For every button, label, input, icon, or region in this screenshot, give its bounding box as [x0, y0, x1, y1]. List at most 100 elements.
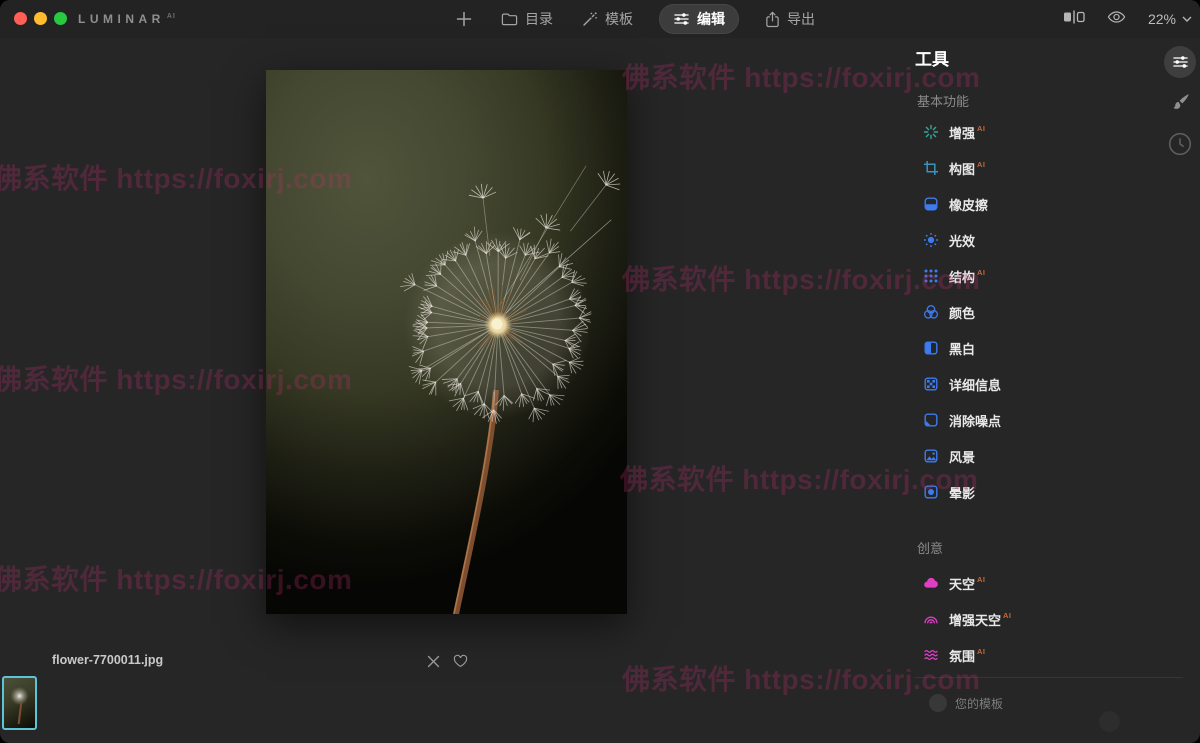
- eraser-icon: [923, 196, 939, 212]
- cloud-icon: [923, 575, 939, 591]
- dandelion-photo: [400, 165, 621, 614]
- magic-wand-icon: [581, 11, 598, 28]
- app-logo: LUMINAR AI: [78, 12, 176, 26]
- dots-grid-icon: [923, 268, 939, 284]
- tool-label: 颜色: [949, 305, 976, 321]
- filename-label: flower-7700011.jpg: [52, 653, 164, 667]
- waves-icon: [923, 647, 939, 663]
- add-photos-button[interactable]: [455, 10, 473, 28]
- denoise-icon: [923, 412, 939, 428]
- quick-preview-button[interactable]: [1107, 10, 1126, 29]
- ai-badge: AI: [977, 574, 986, 584]
- topbar-right-controls: 22%: [1063, 0, 1192, 38]
- sliders-icon: [673, 12, 690, 26]
- tool-label: 增强: [949, 125, 976, 141]
- panel-divider: [915, 677, 1183, 678]
- tool-item-dots-grid[interactable]: 结构 AI: [915, 258, 1159, 294]
- your-templates-label: 您的模板: [955, 696, 1004, 711]
- tool-item-checkerboard[interactable]: 详细信息: [915, 366, 1159, 402]
- history-button[interactable]: [1167, 131, 1193, 157]
- checkerboard-icon: [923, 376, 939, 392]
- minimize-window-button[interactable]: [34, 12, 47, 25]
- tools-section-label: 创意: [917, 541, 944, 556]
- tool-label: 天空: [949, 576, 976, 592]
- tool-label: 氛围: [949, 648, 976, 664]
- tool-label: 消除噪点: [949, 413, 1002, 429]
- tool-item-crop[interactable]: 构图 AI: [915, 150, 1159, 186]
- filmstrip-thumbnail-selected[interactable]: [2, 676, 37, 730]
- tool-item-landscape[interactable]: 风景: [915, 438, 1159, 474]
- zoom-level-value: 22%: [1147, 11, 1176, 27]
- window-controls: [14, 12, 67, 25]
- rainbow-icon: [923, 611, 939, 627]
- vignette-icon: [923, 484, 939, 500]
- tool-item-enhance[interactable]: 增强 AI: [915, 114, 1159, 150]
- tab-edit[interactable]: 编辑: [659, 4, 739, 34]
- tool-item-vignette[interactable]: 晕影: [915, 474, 1159, 510]
- tool-label: 晕影: [949, 485, 976, 501]
- zoom-level-dropdown[interactable]: 22%: [1148, 11, 1192, 27]
- tool-item-denoise[interactable]: 消除噪点: [915, 402, 1159, 438]
- ai-badge: AI: [977, 159, 986, 169]
- compare-icon: [1063, 10, 1085, 23]
- decorative-circle: [1099, 711, 1120, 732]
- edit-tools-sidebar-button[interactable]: [1164, 46, 1196, 78]
- template-dot-icon: [929, 694, 947, 712]
- chevron-down-icon: [1182, 16, 1192, 22]
- ai-badge: AI: [1003, 610, 1012, 620]
- sliders-icon: [1172, 56, 1188, 68]
- brush-icon: [1173, 94, 1189, 109]
- main-tabbar: 目录 模板 编辑 导出: [455, 0, 817, 38]
- zoom-window-button[interactable]: [54, 12, 67, 25]
- close-window-button[interactable]: [14, 12, 27, 25]
- tool-label: 橡皮擦: [949, 197, 989, 213]
- tab-templates[interactable]: 模板: [579, 4, 635, 34]
- photo-canvas[interactable]: [266, 70, 627, 614]
- tab-label: 导出: [787, 11, 815, 27]
- compare-before-after-button[interactable]: [1063, 10, 1085, 29]
- local-masking-button[interactable]: [1169, 90, 1193, 114]
- ai-badge: AI: [977, 646, 986, 656]
- tab-catalog[interactable]: 目录: [499, 4, 555, 34]
- tab-export[interactable]: 导出: [763, 4, 817, 34]
- tool-label: 构图: [949, 161, 976, 177]
- luminar-window: LUMINAR AI 目录 模板 编辑 导出 22% flower-770001…: [0, 0, 1200, 743]
- your-templates-button[interactable]: 您的模板: [929, 694, 1003, 712]
- enhance-icon: [923, 124, 939, 140]
- tool-label: 黑白: [949, 341, 976, 357]
- clock-icon: [1168, 132, 1192, 156]
- tools-panel-title: 工具: [915, 50, 949, 69]
- tool-label: 风景: [949, 449, 976, 465]
- heart-icon: [453, 654, 467, 668]
- export-icon: [765, 11, 780, 28]
- tool-item-cloud[interactable]: 天空 AI: [915, 565, 1159, 601]
- tool-label: 详细信息: [949, 377, 1002, 393]
- tool-item-color-circles[interactable]: 颜色: [915, 294, 1159, 330]
- tool-label: 光效: [949, 233, 976, 249]
- tab-label: 目录: [525, 11, 553, 27]
- landscape-icon: [923, 448, 939, 464]
- tool-item-eraser[interactable]: 橡皮擦: [915, 186, 1159, 222]
- reject-photo-button[interactable]: [423, 651, 443, 671]
- tool-item-sun[interactable]: 光效: [915, 222, 1159, 258]
- ai-badge: AI: [977, 267, 986, 277]
- tool-label: 结构: [949, 269, 976, 285]
- tool-item-waves[interactable]: 氛围 AI: [915, 637, 1159, 673]
- eye-icon: [1107, 10, 1126, 23]
- color-circles-icon: [923, 304, 939, 320]
- half-square-icon: [923, 340, 939, 356]
- crop-icon: [923, 160, 939, 176]
- tab-label: 模板: [605, 11, 633, 27]
- ai-badge: AI: [977, 123, 986, 133]
- tool-label: 增强天空: [949, 612, 1002, 628]
- tab-label: 编辑: [697, 11, 725, 27]
- favorite-photo-button[interactable]: [450, 651, 470, 671]
- tools-panel: 工具 基本功能 增强 AI 构图 AI 橡皮擦 光效 结构 AI 颜色 黑白 详细信息 消除噪点 风景 晕影…: [903, 38, 1159, 673]
- close-icon: [427, 655, 439, 667]
- tool-item-half-square[interactable]: 黑白: [915, 330, 1159, 366]
- tools-section-label: 基本功能: [917, 94, 970, 109]
- plus-icon: [456, 11, 472, 27]
- tool-item-rainbow[interactable]: 增强天空 AI: [915, 601, 1159, 637]
- folder-icon: [501, 12, 518, 26]
- sun-icon: [923, 232, 939, 248]
